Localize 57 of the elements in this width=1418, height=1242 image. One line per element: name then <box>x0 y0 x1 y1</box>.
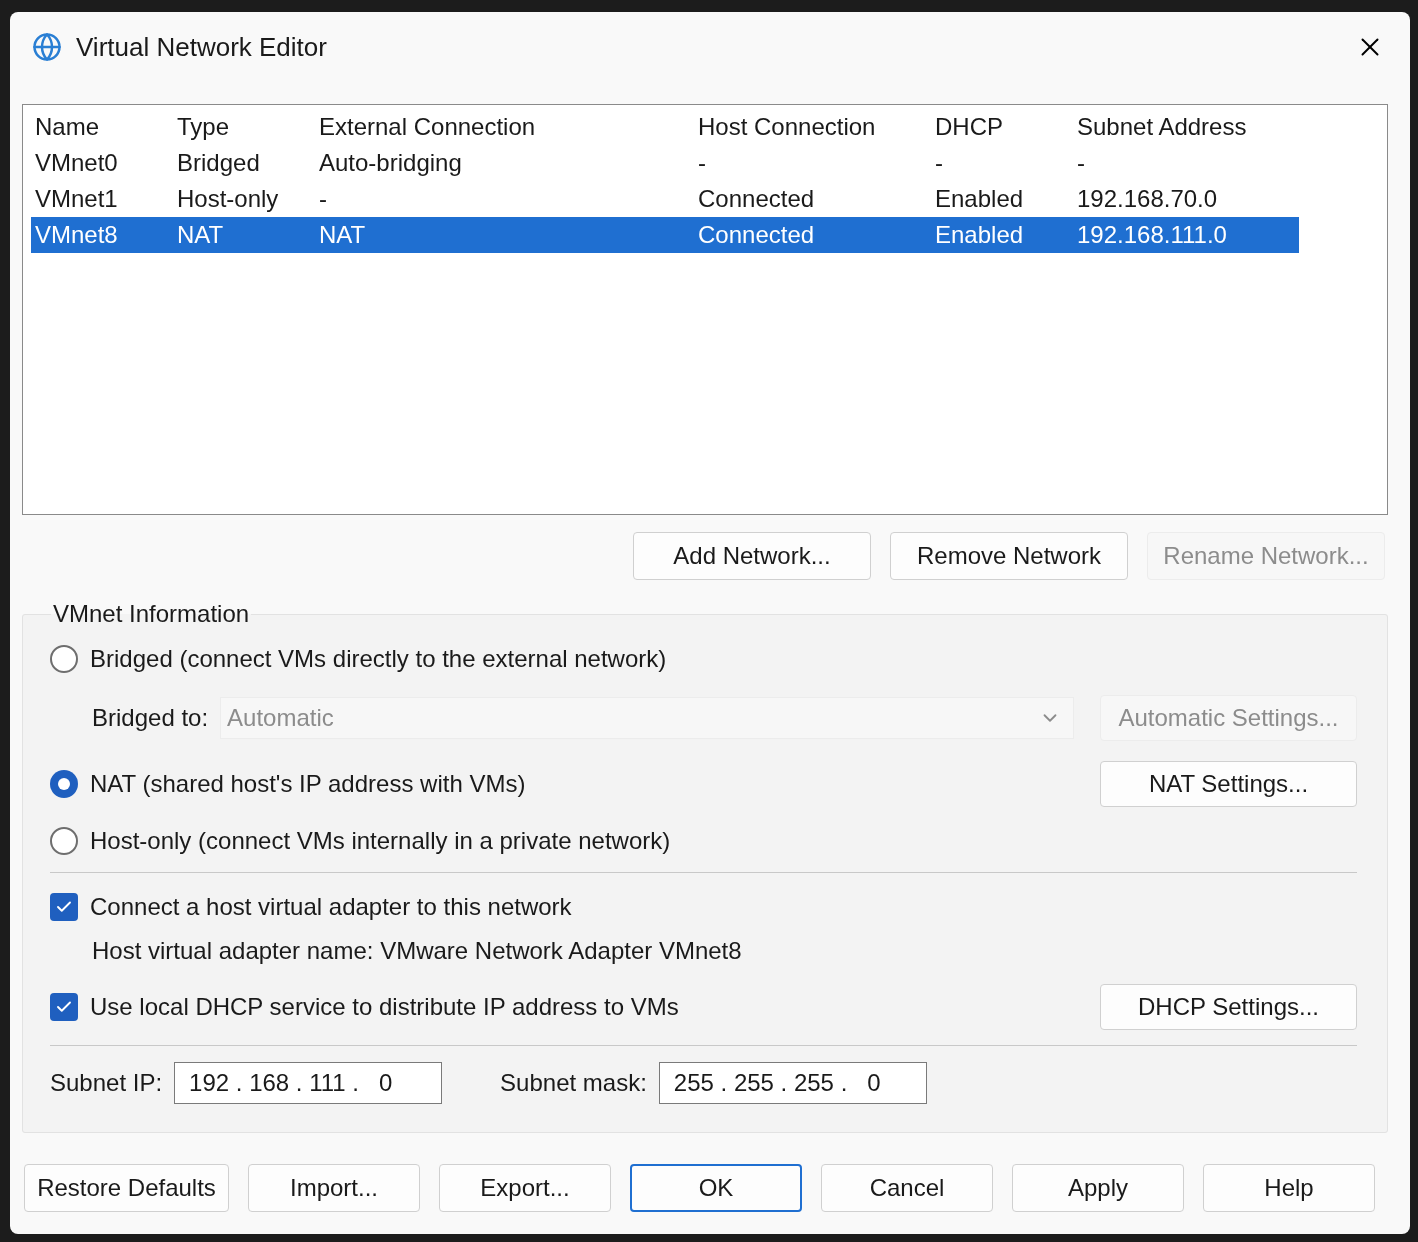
table-cell-text: VMnet8 <box>34 221 119 249</box>
radio-button[interactable] <box>50 770 78 798</box>
table-cell-text: NAT <box>176 221 225 249</box>
checkbox-label: Use local DHCP service to distribute IP address to VMs <box>90 993 680 1021</box>
network-row[interactable]: VMnet0 Bridged Auto-bridging - - - <box>31 145 1299 181</box>
dialog-button[interactable]: Remove Network <box>890 532 1128 580</box>
table-cell-text: VMnet1 <box>34 185 119 213</box>
adapter-name-text: Host virtual adapter name: VMware Network Adapter VMnet8 <box>91 937 742 965</box>
network-row[interactable]: VMnet1 Host-only - Connected Enabled 192.168.70.0 <box>31 181 1299 217</box>
radio-label: Host-only (connect VMs internally in a private network) <box>90 827 672 855</box>
dialog-button[interactable]: Import... <box>248 1164 420 1212</box>
network-row[interactable]: VMnet8 NAT NAT Connected Enabled 192.168.111.0 <box>31 217 1299 253</box>
dialog-button[interactable]: NAT Settings... <box>1100 761 1357 807</box>
checkbox[interactable] <box>50 993 78 1021</box>
dialog-button[interactable]: Cancel <box>821 1164 993 1212</box>
table-cell-text: 192.168.70.0 <box>1076 185 1219 213</box>
table-cell-text: Connected <box>697 221 816 249</box>
dialog-button[interactable]: Restore Defaults <box>24 1164 229 1212</box>
table-cell-text: - <box>697 149 707 177</box>
table-cell-text: Connected <box>697 185 816 213</box>
table-cell-text: NAT <box>318 221 367 249</box>
checkbox[interactable] <box>50 893 78 921</box>
column-header[interactable]: Type <box>173 113 315 141</box>
radio-label: NAT (shared host's IP address with VMs) <box>90 770 527 798</box>
ip-address-field[interactable]: 255 . 255 . 255 . 0 <box>658 1062 927 1104</box>
column-header[interactable]: Host Connection <box>694 113 931 141</box>
dialog-button[interactable]: Apply <box>1012 1164 1184 1212</box>
radio-button[interactable] <box>50 827 78 855</box>
field-label: Subnet mask: <box>499 1069 647 1097</box>
dialog-button[interactable]: Help <box>1203 1164 1375 1212</box>
group-title: VMnet Information <box>52 600 251 628</box>
window-title: Virtual Network Editor <box>76 31 328 63</box>
table-cell-text: Auto-bridging <box>318 149 463 177</box>
table-cell-text: - <box>1076 149 1086 177</box>
globe-icon <box>32 32 62 62</box>
dialog-button[interactable]: DHCP Settings... <box>1100 984 1357 1030</box>
table-cell-text: 192.168.111.0 <box>1076 221 1228 249</box>
table-cell-text: Bridged <box>176 149 261 177</box>
radio-button[interactable] <box>50 645 78 673</box>
checkbox-label: Connect a host virtual adapter to this network <box>90 893 573 921</box>
column-header[interactable]: Name <box>31 113 173 141</box>
field-label: Subnet IP: <box>50 1069 163 1097</box>
table-cell-text: VMnet0 <box>34 149 119 177</box>
table-cell-text: Host-only <box>176 185 280 213</box>
dialog-button[interactable]: Export... <box>439 1164 611 1212</box>
table-cell-text: - <box>318 185 328 213</box>
table-cell-text: - <box>934 149 944 177</box>
ip-address-field[interactable]: 192 . 168 . 111 . 0 <box>174 1062 443 1104</box>
dialog-button[interactable]: OK <box>630 1164 802 1212</box>
table-cell-text: Enabled <box>934 221 1025 249</box>
column-header[interactable]: DHCP <box>931 113 1073 141</box>
table-cell-text: Enabled <box>934 185 1025 213</box>
column-header[interactable]: Subnet Address <box>1073 113 1299 141</box>
radio-label: Bridged (connect VMs directly to the external network) <box>90 645 668 673</box>
field-label: Bridged to: <box>91 704 209 732</box>
column-header[interactable]: External Connection <box>315 113 694 141</box>
dialog-button[interactable]: Add Network... <box>633 532 871 580</box>
